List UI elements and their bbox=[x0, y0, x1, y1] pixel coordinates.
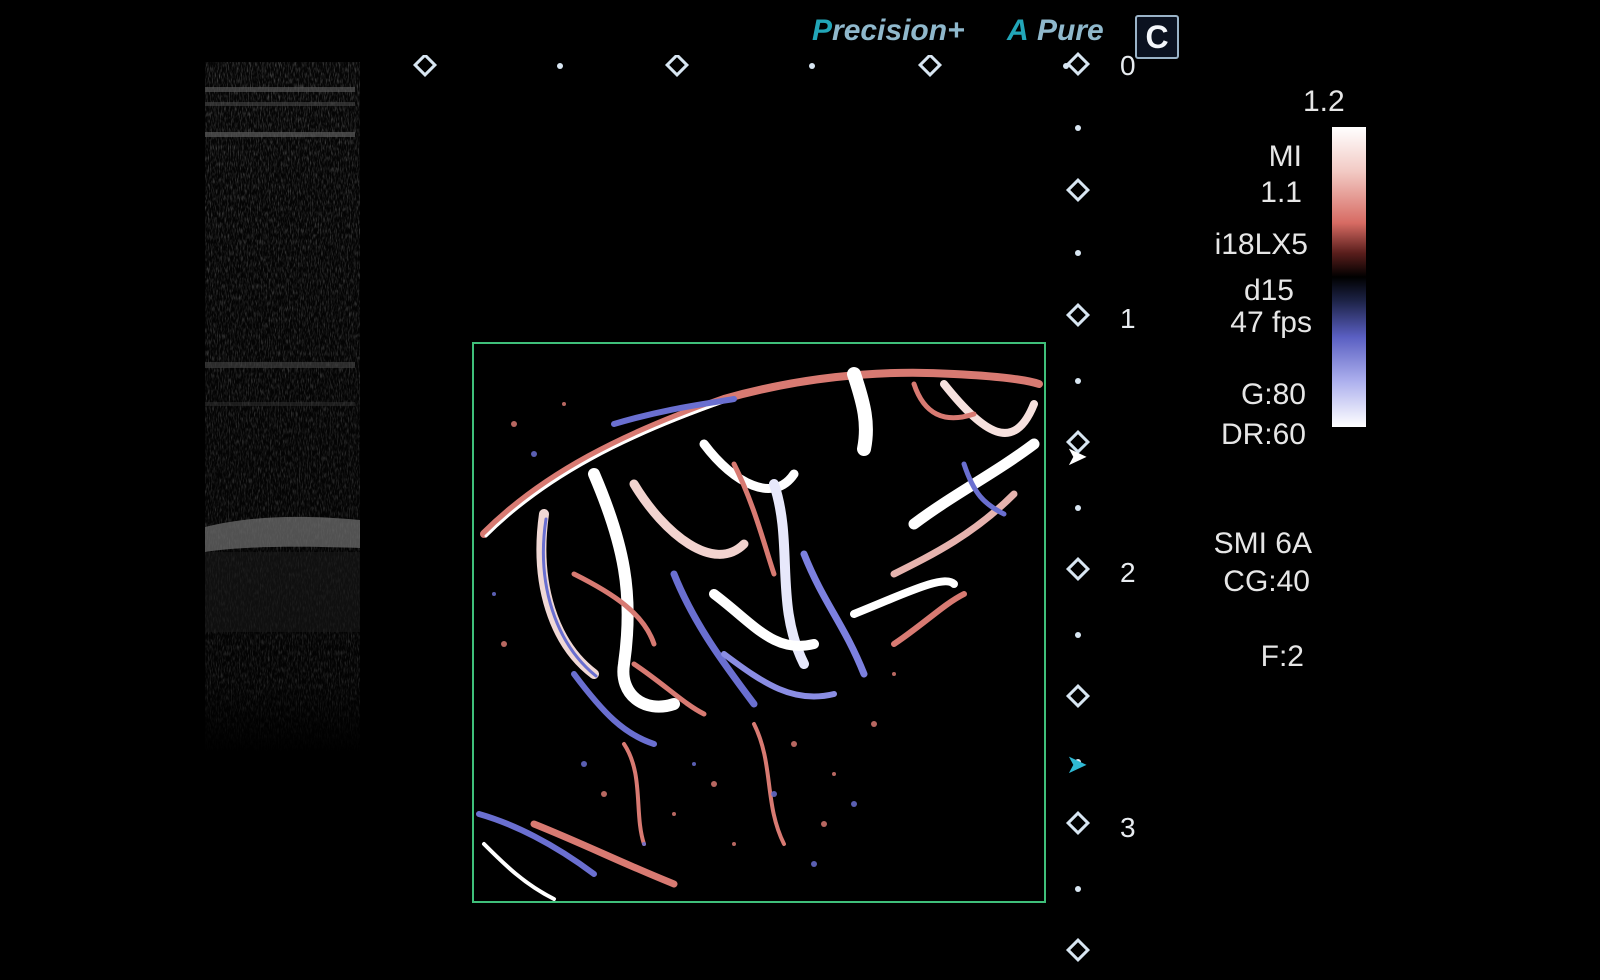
precision-text: recision bbox=[832, 14, 948, 47]
depth-label-0: 0 bbox=[1120, 50, 1136, 81]
depth-setting: d15 bbox=[1243, 274, 1294, 307]
ultrasound-screen: Precision+ A Pure C 0 1 2 3 ➤ ➤ 1.2 MI 1… bbox=[0, 0, 1600, 980]
smi-mode: SMI 6A bbox=[1213, 527, 1312, 560]
vascular-flow-map bbox=[474, 344, 1044, 901]
focus-value: F:2 bbox=[1260, 640, 1304, 673]
probe-name: i18LX5 bbox=[1214, 228, 1308, 261]
smi-roi-box bbox=[472, 342, 1046, 903]
apure-text: Pure bbox=[1037, 14, 1104, 47]
depth-scale bbox=[1065, 51, 1091, 963]
focus-marker-icon: ➤ bbox=[1066, 441, 1088, 471]
dynamic-range-value: DR:60 bbox=[1220, 418, 1306, 451]
depth-label-1: 1 bbox=[1120, 303, 1136, 334]
bmode-image-strip bbox=[205, 62, 360, 752]
depth-label-3: 3 bbox=[1120, 812, 1136, 843]
precision-plus: + bbox=[947, 14, 965, 47]
precision-brand: Precision+ bbox=[812, 14, 965, 48]
color-gain-value: CG:40 bbox=[1223, 565, 1310, 598]
lateral-scale bbox=[303, 55, 1069, 77]
mi-label: MI bbox=[1268, 140, 1302, 173]
range-marker-icon: ➤ bbox=[1066, 749, 1088, 779]
apure-mark: A bbox=[1007, 14, 1029, 47]
gain-value: G:80 bbox=[1240, 378, 1306, 411]
frame-rate: 47 fps bbox=[1230, 306, 1312, 339]
colorbar-max-label: 1.2 bbox=[1303, 85, 1345, 118]
apure-brand: A Pure bbox=[1007, 14, 1104, 48]
mode-badge: C bbox=[1135, 15, 1179, 59]
precision-mark: P bbox=[812, 14, 833, 47]
depth-label-2: 2 bbox=[1120, 557, 1136, 588]
color-map-bar bbox=[1332, 127, 1366, 427]
mi-value: 1.1 bbox=[1260, 176, 1302, 209]
